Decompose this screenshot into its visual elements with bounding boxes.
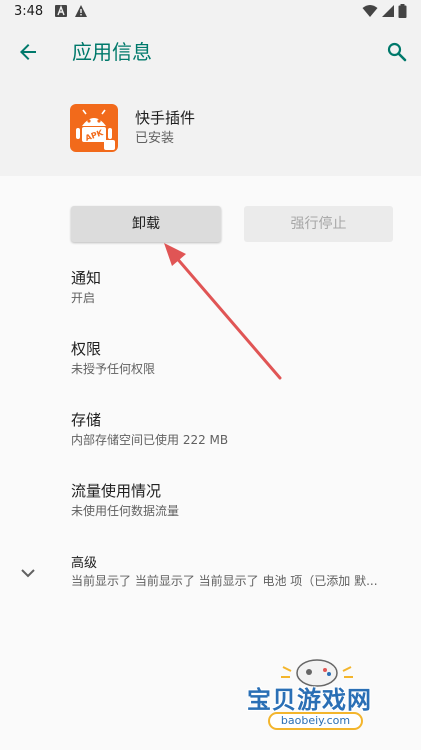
settings-row-permissions[interactable]: 权限 未授予任何权限 bbox=[0, 327, 421, 383]
row-subtitle: 未使用任何数据流量 bbox=[71, 504, 180, 518]
notification-a-icon bbox=[55, 5, 67, 17]
apk-android-icon: APK bbox=[70, 104, 118, 152]
battery-icon bbox=[398, 4, 407, 18]
force-stop-button[interactable]: 强行停止 bbox=[244, 206, 393, 242]
app-header bbox=[0, 24, 421, 176]
search-icon[interactable] bbox=[385, 40, 409, 64]
settings-row-data-usage[interactable]: 流量使用情况 未使用任何数据流量 bbox=[0, 469, 421, 525]
settings-row-advanced[interactable]: 高级 当前显示了 当前显示了 当前显示了 电池 项（已添加 默... bbox=[0, 540, 421, 596]
settings-row-notifications[interactable]: 通知 开启 bbox=[0, 256, 421, 312]
row-title: 流量使用情况 bbox=[71, 482, 162, 500]
row-subtitle: 开启 bbox=[71, 291, 96, 305]
warning-icon bbox=[75, 5, 87, 17]
row-title: 权限 bbox=[71, 340, 102, 358]
back-arrow-icon[interactable] bbox=[16, 40, 40, 64]
row-subtitle: 未授予任何权限 bbox=[71, 362, 156, 376]
wifi-icon bbox=[362, 5, 378, 17]
row-title: 通知 bbox=[71, 269, 102, 287]
row-title: 高级 bbox=[71, 556, 98, 571]
uninstall-button[interactable]: 卸载 bbox=[71, 206, 221, 242]
signal-icon bbox=[382, 5, 394, 17]
row-subtitle: 内部存储空间已使用 222 MB bbox=[71, 433, 229, 447]
row-title: 存储 bbox=[71, 411, 102, 429]
watermark-text: 宝贝游戏网 bbox=[247, 686, 372, 714]
status-time: 3:48 bbox=[14, 4, 44, 19]
app-install-status: 已安装 bbox=[135, 131, 175, 146]
watermark-url: baobeiy.com bbox=[268, 712, 363, 730]
status-bar: 3:48 bbox=[0, 0, 421, 24]
row-subtitle: 当前显示了 当前显示了 当前显示了 电池 项（已添加 默... bbox=[71, 574, 378, 588]
page-title: 应用信息 bbox=[72, 40, 152, 64]
settings-row-storage[interactable]: 存储 内部存储空间已使用 222 MB bbox=[0, 398, 421, 454]
app-name: 快手插件 bbox=[135, 109, 196, 127]
